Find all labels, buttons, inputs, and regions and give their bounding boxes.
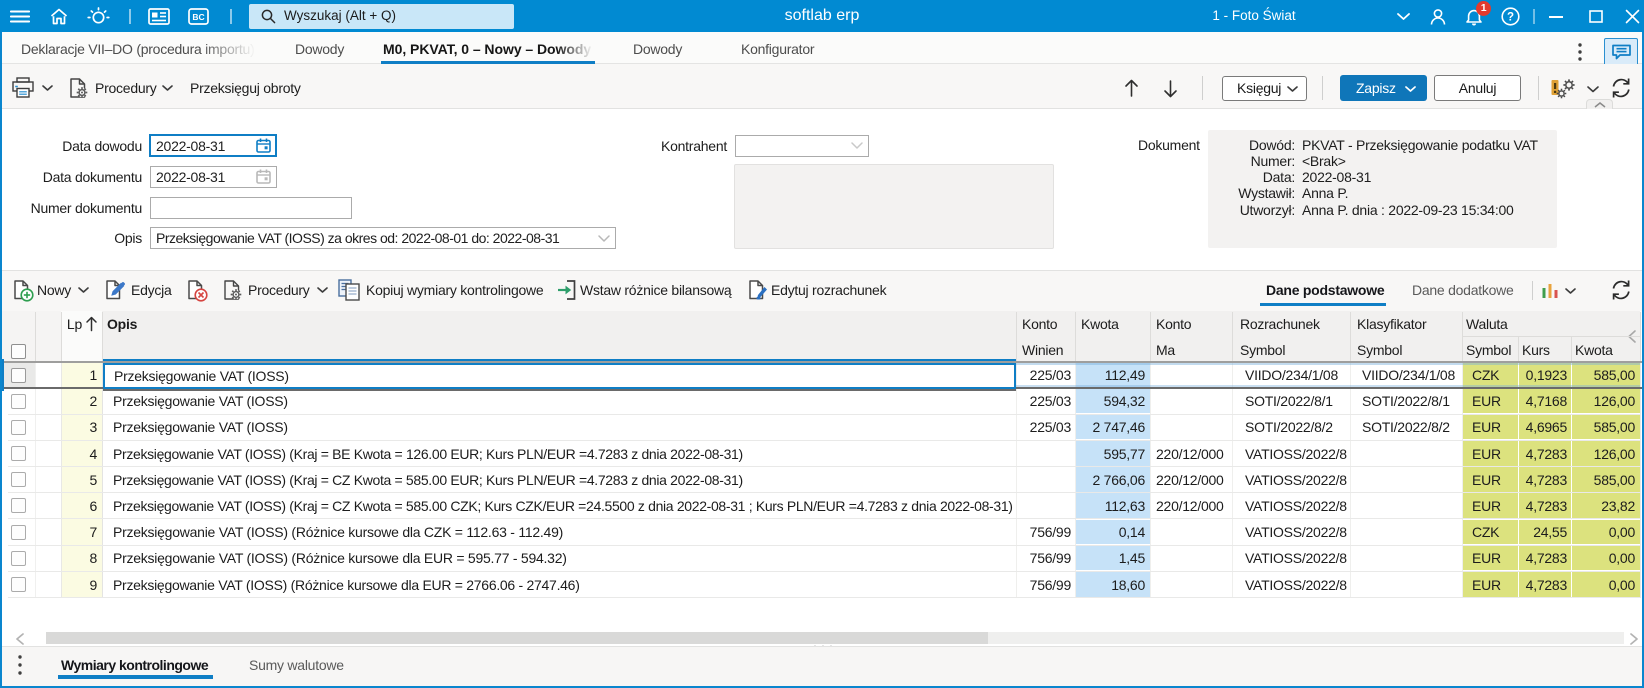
svg-text:BC: BC	[192, 12, 204, 22]
svg-text:?: ?	[1507, 12, 1514, 24]
